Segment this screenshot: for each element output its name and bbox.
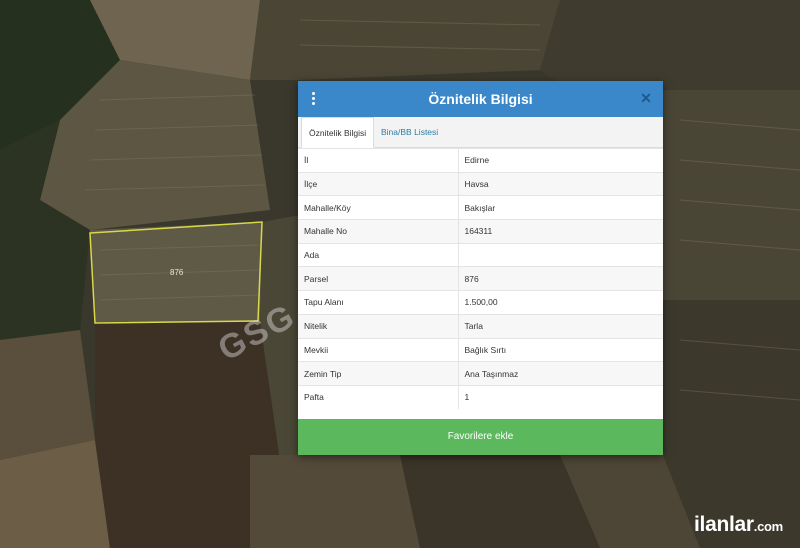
table-row: Zemin Tip Ana Taşınmaz	[298, 361, 663, 386]
row-value: 164311	[458, 219, 663, 244]
table-row: İlçe Havsa	[298, 171, 663, 196]
dialog-title: Öznitelik Bilgisi	[428, 91, 533, 107]
table-row: Tapu Alanı 1.500,00	[298, 290, 663, 315]
row-key: Tapu Alanı	[298, 290, 459, 315]
table-row: Nitelik Tarla	[298, 313, 663, 338]
row-value: 1	[458, 384, 663, 410]
parcel-number-label: 876	[170, 268, 184, 277]
row-value: Bağlık Sırtı	[458, 337, 663, 362]
table-row: Parsel 876	[298, 266, 663, 291]
row-key: Parsel	[298, 266, 459, 291]
row-value: Bakışlar	[458, 195, 663, 220]
table-row: Ada	[298, 242, 663, 267]
dialog-tabs: Öznitelik Bilgisi Bina/BB Listesi	[298, 117, 663, 148]
row-key: Pafta	[298, 384, 459, 410]
tab-building-list[interactable]: Bina/BB Listesi	[374, 117, 445, 147]
row-value: Tarla	[458, 313, 663, 338]
row-value: 1.500,00	[458, 290, 663, 315]
table-row: Pafta 1	[298, 384, 663, 410]
row-value: Edirne	[458, 148, 663, 173]
brand-name: ilanlar	[694, 513, 754, 536]
add-to-favorites-button[interactable]: Favorilere ekle	[298, 419, 663, 455]
row-value: Ana Taşınmaz	[458, 361, 663, 386]
row-key: Zemin Tip	[298, 361, 459, 386]
attribute-info-dialog: Öznitelik Bilgisi ✕ Öznitelik Bilgisi Bi…	[298, 81, 663, 455]
table-row: Mahalle No 164311	[298, 219, 663, 244]
row-key: Mahalle No	[298, 219, 459, 244]
row-key: İl	[298, 148, 459, 173]
row-key: Nitelik	[298, 313, 459, 338]
tab-attribute-info[interactable]: Öznitelik Bilgisi	[301, 117, 375, 148]
attribute-table: İl Edirne İlçe Havsa Mahalle/Köy Bakışlar M…	[298, 148, 663, 410]
row-key: Mevkii	[298, 337, 459, 362]
row-value: 876	[458, 266, 663, 291]
dialog-header: Öznitelik Bilgisi ✕	[298, 81, 663, 117]
row-key: Ada	[298, 242, 459, 267]
brand-tld: .com	[753, 519, 783, 534]
row-key: İlçe	[298, 171, 459, 196]
table-row: Mevkii Bağlık Sırtı	[298, 337, 663, 362]
brand-logo: ilanlar.com	[694, 513, 783, 537]
row-value: Havsa	[458, 171, 663, 196]
row-key: Mahalle/Köy	[298, 195, 459, 220]
table-row: İl Edirne	[298, 148, 663, 173]
row-value	[458, 242, 663, 267]
close-icon[interactable]: ✕	[639, 91, 653, 105]
table-row: Mahalle/Köy Bakışlar	[298, 195, 663, 220]
